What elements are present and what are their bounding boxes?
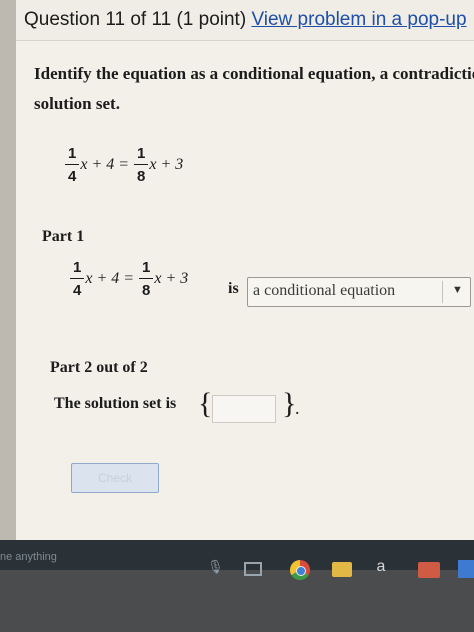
select-value: a conditional equation (253, 282, 396, 299)
chevron-down-icon[interactable]: ▼ (452, 284, 463, 296)
taskbar-search[interactable]: ne anything (0, 551, 57, 563)
store-icon[interactable] (458, 560, 474, 578)
question-header: Question 11 of 11 (1 point) View problem… (16, 0, 474, 41)
equation-part1: 1 4 x + 4 = 1 8 x + 3 (69, 259, 188, 299)
equation-left-rest: x + 4 = (85, 270, 135, 287)
is-label: is (228, 280, 239, 297)
open-brace: { (198, 387, 213, 420)
question-label: Question 11 of 11 (1 point) (24, 9, 247, 30)
fraction-right: 1 8 (134, 145, 149, 185)
window-left-frame (0, 0, 16, 540)
microphone-icon[interactable]: 🎙 (207, 560, 227, 580)
camera-icon[interactable] (418, 562, 440, 578)
problem-prompt: Identify the equation as a conditional e… (34, 59, 474, 119)
part1-label: Part 1 (42, 228, 85, 245)
equation-left-rest: x + 4 = (80, 156, 130, 173)
prompt-line-2: solution set. (34, 94, 120, 113)
equation-main: 1 4 x + 4 = 1 8 x + 3 (64, 145, 183, 185)
part2-label: Part 2 out of 2 (50, 359, 148, 376)
solution-label: The solution set is (54, 395, 177, 412)
question-title: Question 11 of 11 (1 point) View problem… (24, 9, 467, 31)
fraction-left: 1 4 (65, 145, 80, 185)
solution-input[interactable] (212, 395, 276, 423)
fraction-left: 1 4 (70, 259, 85, 299)
folder-icon[interactable] (332, 562, 352, 577)
prompt-line-1: Identify the equation as a conditional e… (34, 64, 474, 83)
amazon-icon[interactable]: a (372, 558, 390, 578)
equation-right-rest: x + 3 (149, 156, 184, 173)
taskbar-shade (0, 570, 474, 632)
solution-period: . (295, 398, 300, 418)
check-button[interactable]: Check (71, 463, 159, 493)
equation-type-select[interactable]: a conditional equation ▼ (247, 277, 471, 307)
taskbar: ne anything 🎙 a (0, 540, 474, 632)
chrome-icon[interactable] (290, 560, 310, 580)
problem-page: Question 11 of 11 (1 point) View problem… (16, 0, 474, 540)
fraction-right: 1 8 (139, 259, 154, 299)
popup-link[interactable]: View problem in a pop-up (251, 9, 466, 30)
task-view-icon[interactable] (244, 562, 262, 576)
equation-right-rest: x + 3 (154, 270, 189, 287)
select-divider (442, 281, 443, 303)
